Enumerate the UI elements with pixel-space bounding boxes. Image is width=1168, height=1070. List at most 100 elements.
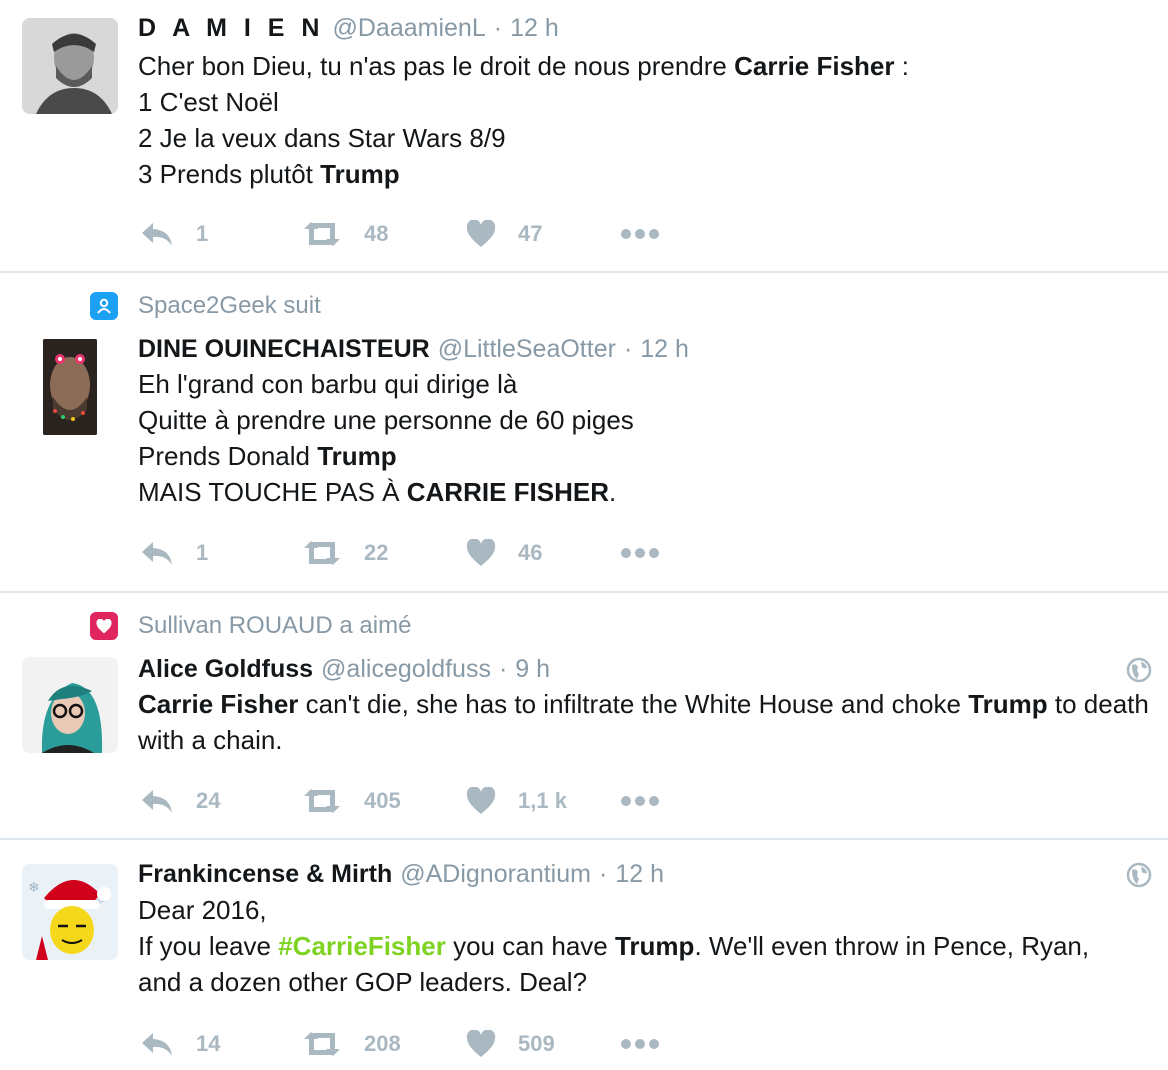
heart-icon — [466, 539, 496, 566]
avatar[interactable] — [43, 339, 97, 435]
more-icon — [621, 1039, 659, 1049]
reply-button[interactable]: 1 — [140, 535, 302, 571]
retweet-button[interactable]: 405 — [302, 783, 466, 819]
text-segment: you can have — [445, 931, 615, 961]
reply-count: 14 — [196, 1031, 221, 1056]
heart-icon — [90, 612, 118, 640]
more-icon — [621, 229, 659, 239]
tweet-line: Quitte à prendre une personne de 60 pige… — [138, 402, 1154, 438]
author-handle[interactable]: @LittleSeaOtter — [438, 335, 616, 364]
social-context: Space2Geek suit — [90, 291, 321, 321]
like-count: 509 — [518, 1031, 555, 1056]
retweet-button[interactable]: 22 — [302, 535, 466, 571]
social-context-text[interactable]: Sullivan ROUAUD a aimé — [138, 612, 411, 640]
tweet[interactable]: Space2Geek suit DINE OUINECHAISTEUR @Lit… — [0, 273, 1168, 593]
author-handle[interactable]: @DaaamienL — [332, 14, 485, 43]
tweet-line: Dear 2016, — [138, 892, 1154, 928]
avatar[interactable] — [22, 657, 118, 753]
text-segment: can't die, she has to infiltrate the Whi… — [298, 689, 969, 719]
bold-text: Trump — [614, 931, 695, 961]
heart-icon — [466, 787, 496, 814]
more-button[interactable] — [620, 783, 680, 819]
tweet[interactable]: ❄ ❄ Frankincense & Mirth @ADignorantium … — [0, 840, 1168, 1070]
text-segment: Quitte à prendre une personne de 60 pige… — [138, 405, 634, 435]
tweet-line: 3 Prends plutôt Trump — [138, 156, 1154, 192]
text-segment: 2 Je la veux dans Star Wars 8/9 — [138, 123, 506, 153]
author-name[interactable]: Alice Goldfuss — [138, 655, 313, 684]
tweet-line: Eh l'grand con barbu qui dirige là — [138, 366, 1154, 402]
text-segment: Cher bon Dieu, tu n'as pas le droit de n… — [138, 51, 735, 81]
more-button[interactable] — [620, 535, 680, 571]
separator-dot: · — [598, 860, 608, 888]
reply-button[interactable]: 14 — [140, 1026, 302, 1062]
text-segment: If you leave — [138, 931, 279, 961]
bold-text: Trump — [320, 159, 400, 189]
globe-icon[interactable] — [1126, 862, 1152, 888]
tweet-line: Carrie Fisher can't die, she has to infi… — [138, 686, 1154, 758]
timestamp[interactable]: 12 h — [615, 860, 664, 889]
tweet-text: Carrie Fisher can't die, she has to infi… — [138, 686, 1154, 758]
follow-icon — [90, 292, 118, 320]
separator-dot: · — [623, 335, 633, 363]
globe-icon[interactable] — [1126, 657, 1152, 683]
retweet-count: 208 — [364, 1031, 401, 1056]
retweet-icon — [304, 789, 340, 813]
tweet-header: DINE OUINECHAISTEUR @LittleSeaOtter · 12… — [138, 335, 689, 367]
reply-button[interactable]: 24 — [140, 783, 302, 819]
like-button[interactable]: 47 — [466, 216, 620, 252]
retweet-icon — [304, 541, 340, 565]
like-button[interactable]: 509 — [466, 1026, 620, 1062]
retweet-icon — [304, 222, 340, 246]
heart-icon — [466, 1030, 496, 1057]
separator-dot: · — [493, 14, 503, 42]
tweet-text: Dear 2016, If you leave #CarrieFisher yo… — [138, 892, 1154, 1000]
text-segment: MAIS TOUCHE PAS À — [138, 477, 407, 507]
bold-text: CARRIE FISHER — [406, 477, 609, 507]
like-count: 47 — [518, 221, 543, 246]
timestamp[interactable]: 9 h — [515, 655, 550, 684]
reply-icon — [142, 223, 172, 246]
text-segment: Prends Donald — [138, 441, 318, 471]
tweet-actions: 1 48 47 — [140, 216, 680, 252]
text-segment: : — [894, 51, 909, 81]
tweet[interactable]: Sullivan ROUAUD a aimé Alice Goldfuss @a… — [0, 593, 1168, 840]
retweet-button[interactable]: 48 — [302, 216, 466, 252]
separator-dot: · — [498, 655, 508, 683]
avatar[interactable]: ❄ ❄ — [22, 864, 118, 960]
author-name[interactable]: Frankincense & Mirth — [138, 860, 392, 889]
tweet-actions: 24 405 1,1 k — [140, 783, 680, 819]
text-segment: 1 C'est Noël — [138, 87, 279, 117]
author-handle[interactable]: @ADignorantium — [400, 860, 591, 889]
tweet[interactable]: D A M I E N @DaaamienL · 12 h Cher bon D… — [0, 0, 1168, 273]
tweet-line: Prends Donald Trump — [138, 438, 1154, 474]
reply-icon — [142, 790, 172, 813]
text-segment: Eh l'grand con barbu qui dirige là — [138, 369, 518, 399]
like-button[interactable]: 1,1 k — [466, 783, 620, 819]
timeline: D A M I E N @DaaamienL · 12 h Cher bon D… — [0, 0, 1168, 1070]
more-button[interactable] — [620, 1026, 680, 1062]
avatar[interactable] — [22, 18, 118, 114]
retweet-icon — [304, 1032, 340, 1056]
retweet-button[interactable]: 208 — [302, 1026, 466, 1062]
reply-count: 24 — [196, 788, 221, 813]
tweet-actions: 14 208 509 — [140, 1026, 680, 1062]
timestamp[interactable]: 12 h — [510, 14, 559, 43]
hashtag-link[interactable]: #CarrieFisher — [278, 931, 446, 961]
reply-button[interactable]: 1 — [140, 216, 302, 252]
more-icon — [621, 796, 659, 806]
like-count: 46 — [518, 540, 543, 565]
tweet-text: Eh l'grand con barbu qui dirige là Quitt… — [138, 366, 1154, 510]
social-context-text[interactable]: Space2Geek suit — [138, 292, 321, 320]
tweet-header: Frankincense & Mirth @ADignorantium · 12… — [138, 860, 664, 892]
author-handle[interactable]: @alicegoldfuss — [321, 655, 491, 684]
tweet-line: MAIS TOUCHE PAS À CARRIE FISHER. — [138, 474, 1154, 510]
author-name[interactable]: D A M I E N — [138, 14, 324, 43]
more-button[interactable] — [620, 216, 680, 252]
like-button[interactable]: 46 — [466, 535, 620, 571]
tweet-line: If you leave #CarrieFisher you can have … — [138, 928, 1154, 1000]
author-name[interactable]: DINE OUINECHAISTEUR — [138, 335, 430, 364]
tweet-line: Cher bon Dieu, tu n'as pas le droit de n… — [138, 48, 1154, 84]
heart-icon — [466, 220, 496, 247]
timestamp[interactable]: 12 h — [640, 335, 689, 364]
retweet-count: 48 — [364, 221, 389, 246]
